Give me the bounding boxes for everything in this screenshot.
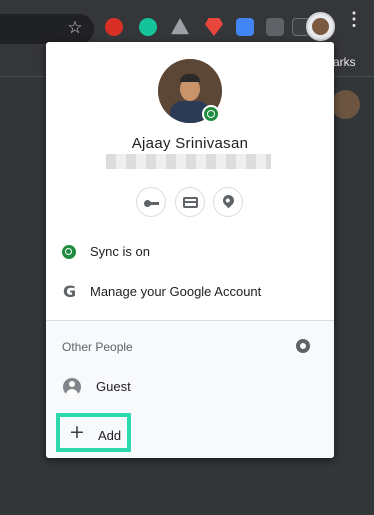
page-avatar-image — [331, 90, 360, 119]
sync-icon — [62, 245, 76, 259]
plus-icon: + — [69, 421, 85, 443]
extension-gray-icon[interactable] — [266, 18, 284, 36]
gear-icon[interactable] — [296, 339, 310, 353]
payment-card-icon — [183, 197, 198, 208]
user-name: Ajaay Srinivasan — [131, 135, 249, 152]
photo-hair — [180, 74, 200, 82]
avatar — [312, 18, 329, 35]
google-g-icon: G — [63, 282, 77, 301]
guest-avatar-icon — [63, 378, 81, 396]
add-label: Add — [98, 428, 122, 443]
profile-menu-popup: Ajaay Srinivasan Sync is on G Manage you… — [46, 42, 334, 458]
addresses-pin-icon — [220, 192, 237, 209]
email-redacted — [106, 154, 271, 169]
drive-icon[interactable] — [171, 18, 189, 35]
chrome-menu-icon[interactable]: ⋮ — [345, 10, 363, 38]
payment-methods-button[interactable] — [175, 187, 205, 217]
sync-label: Sync is on — [90, 244, 150, 259]
sync-badge-icon — [202, 105, 220, 123]
bookmarks-label[interactable]: arks — [333, 55, 356, 69]
guest-row[interactable]: Guest — [46, 368, 334, 406]
superman-shield-icon[interactable] — [205, 18, 223, 36]
add-person-button[interactable]: + Add — [56, 413, 131, 452]
other-people-title: Other People — [62, 340, 133, 354]
hand-stop-icon[interactable] — [105, 18, 123, 36]
grammarly-icon[interactable] — [139, 18, 157, 36]
bookmark-star-icon[interactable]: ☆ — [66, 17, 84, 39]
reading-icon[interactable] — [236, 18, 254, 36]
addresses-button[interactable] — [213, 187, 243, 217]
passwords-key-icon — [144, 200, 159, 207]
manage-account-row[interactable]: G Manage your Google Account — [46, 273, 334, 311]
manage-account-label: Manage your Google Account — [90, 284, 262, 299]
passwords-button[interactable] — [136, 187, 166, 217]
profile-avatar-button[interactable] — [306, 12, 335, 41]
guest-label: Guest — [96, 379, 131, 394]
sync-row[interactable]: Sync is on — [46, 233, 334, 271]
